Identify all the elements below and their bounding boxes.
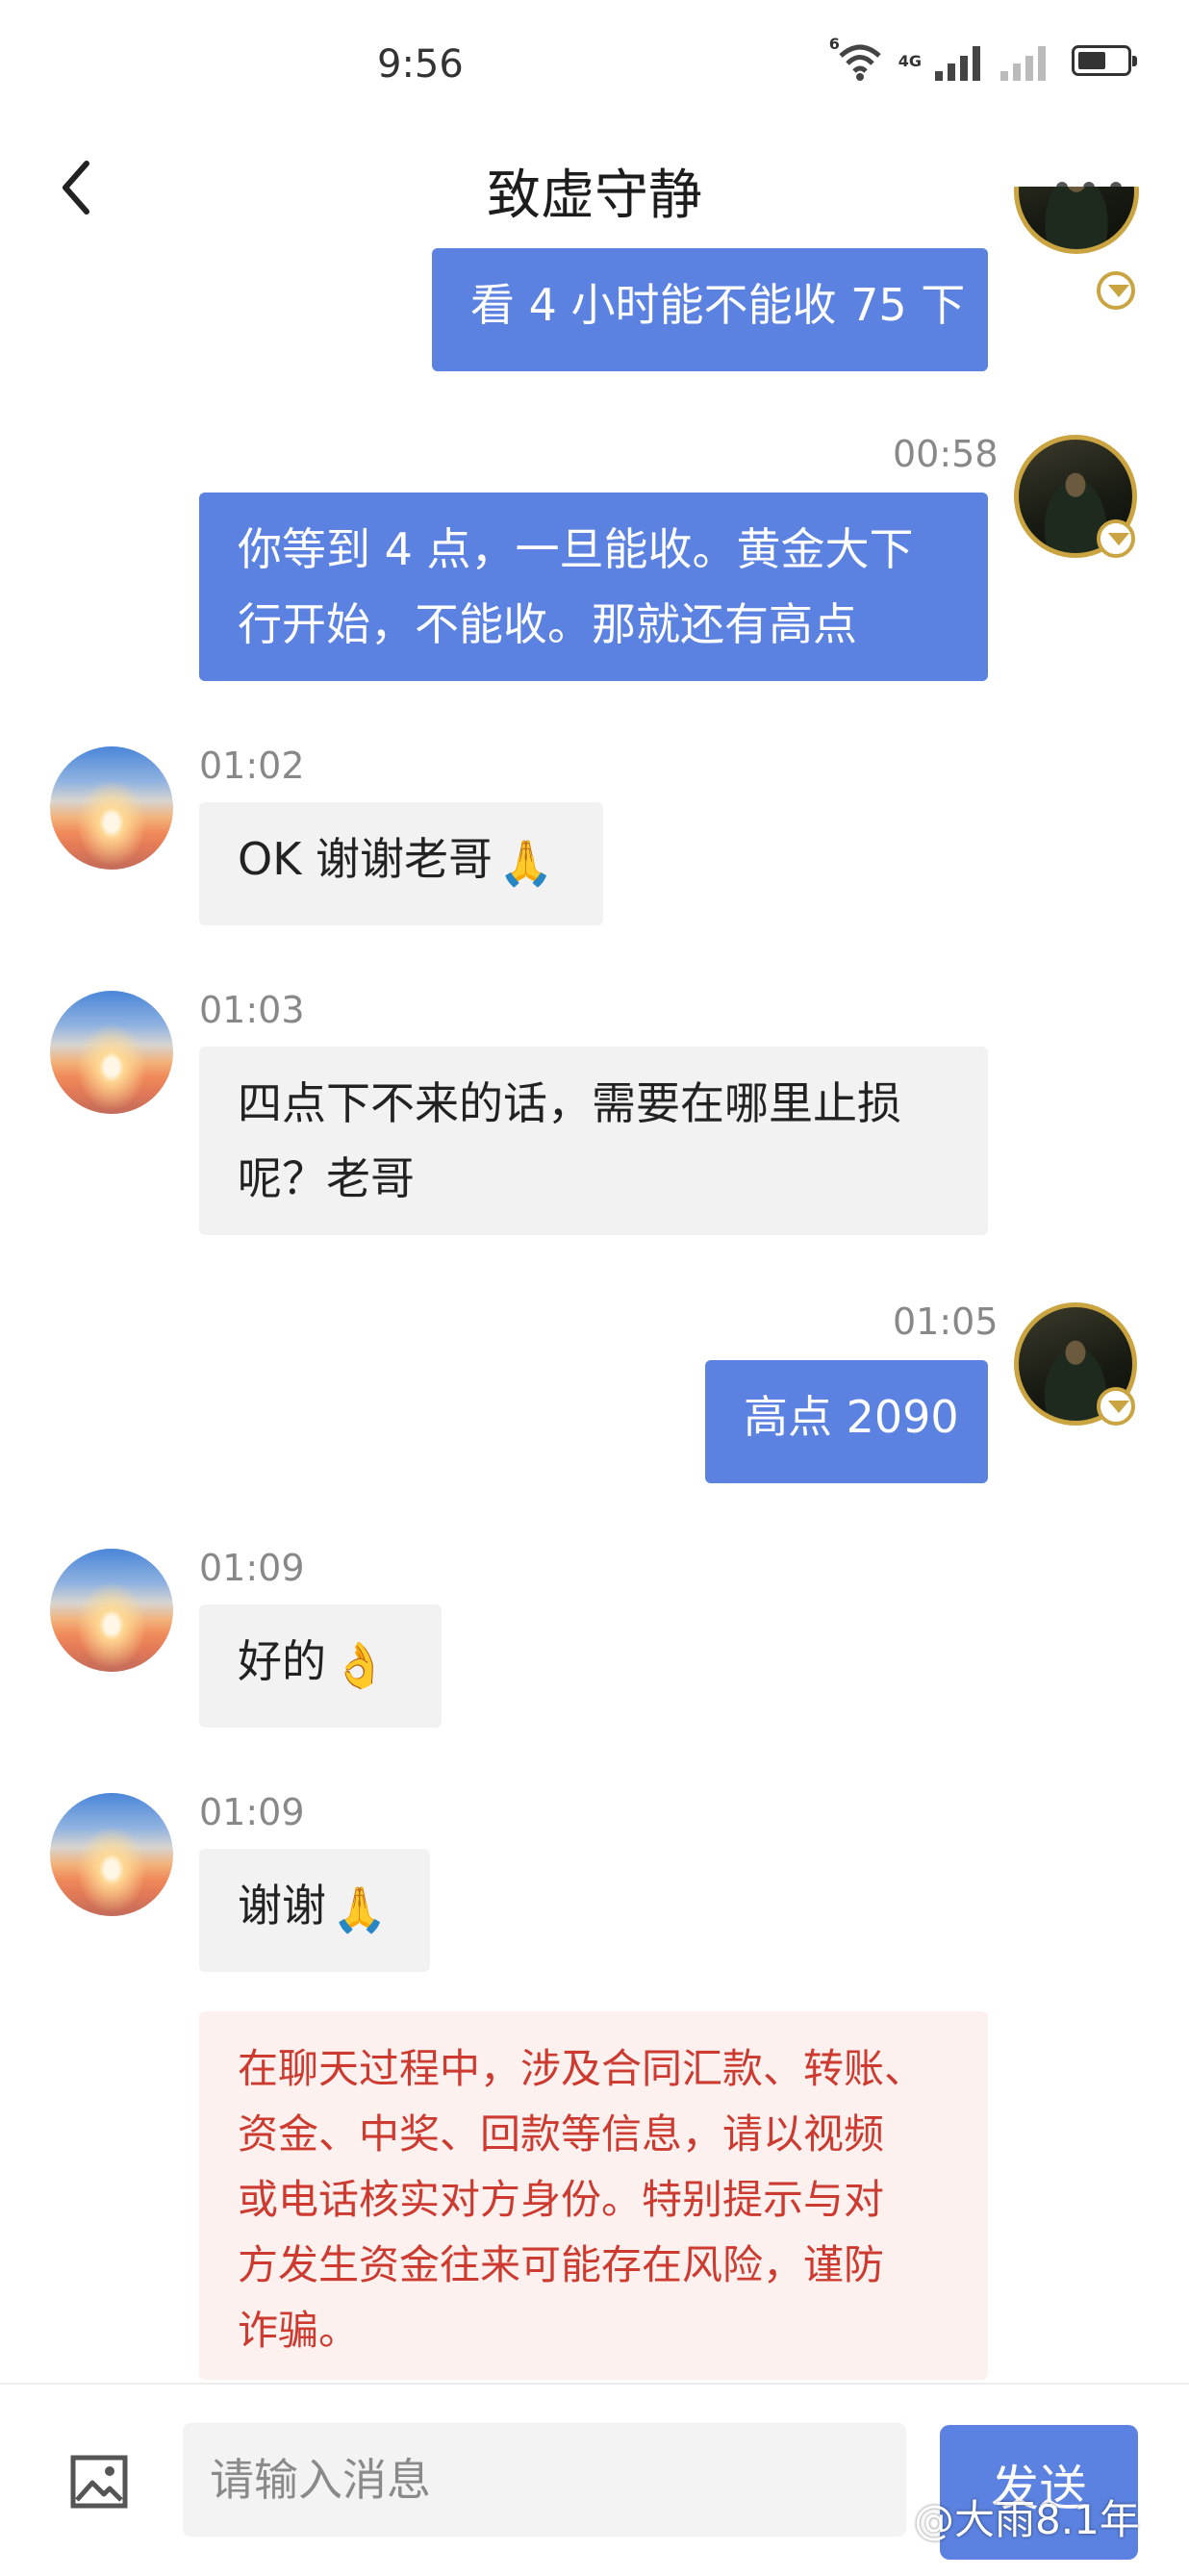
battery-icon — [1072, 45, 1137, 76]
warning-line: 在聊天过程中，涉及合同汇款、转账、 — [238, 2045, 925, 2092]
message-line: 呢？老哥 — [238, 1152, 415, 1204]
message-time: 00:58 — [893, 433, 999, 475]
pray-icon: 🙏 — [332, 1882, 388, 1935]
message-time: 01:09 — [199, 1791, 305, 1833]
message-text: 看 4 小时能不能收 75 下 — [470, 279, 966, 331]
message-bubble[interactable]: 你等到 4 点，一旦能收。黄金大下 行开始，不能收。那就还有高点 — [199, 492, 988, 681]
header: 致虚守静 — [0, 135, 1189, 240]
message-text: 好的 — [238, 1635, 326, 1687]
signal-icon-secondary — [1000, 40, 1052, 81]
fraud-warning: 在聊天过程中，涉及合同汇款、转账、 资金、中奖、回款等信息，请以视频 或电话核实… — [199, 2011, 988, 2380]
wifi-icon: 6 — [829, 35, 885, 83]
message-text: 高点 2090 — [744, 1391, 959, 1443]
network-indicator: 4G — [898, 52, 922, 70]
avatar[interactable] — [50, 991, 173, 1114]
status-icons: 6 4G — [829, 35, 1137, 83]
message-input[interactable] — [183, 2423, 906, 2537]
message-bubble[interactable]: 高点 2090 — [705, 1360, 988, 1483]
message-line: 你等到 4 点，一旦能收。黄金大下 — [238, 523, 914, 575]
badge-icon — [1097, 271, 1135, 310]
warning-line: 方发生资金往来可能存在风险，谨防 — [238, 2241, 885, 2288]
message-line: 行开始，不能收。那就还有高点 — [238, 598, 857, 650]
message-time: 01:03 — [199, 989, 305, 1031]
warning-line: 诈骗。 — [238, 2307, 360, 2354]
message-bubble[interactable]: 看 4 小时能不能收 75 下 — [432, 248, 988, 371]
input-bar: 发送 — [0, 2383, 1189, 2576]
watermark: @大雨8.1年 — [914, 2496, 1140, 2543]
avatar[interactable] — [50, 746, 173, 870]
warning-line: 资金、中奖、回款等信息，请以视频 — [238, 2110, 885, 2158]
network-label: 4G — [898, 51, 922, 70]
message-bubble[interactable]: 谢谢 🙏 — [199, 1849, 430, 1972]
badge-icon — [1097, 519, 1135, 558]
avatar[interactable] — [50, 1549, 173, 1672]
avatar[interactable] — [50, 1793, 173, 1916]
message-line: 四点下不来的话，需要在哪里止损 — [238, 1077, 901, 1129]
badge-icon — [1097, 1387, 1135, 1426]
message-text: 谢谢 — [238, 1880, 326, 1932]
message-bubble[interactable]: 好的 👌 — [199, 1604, 442, 1728]
warning-line: 或电话核实对方身份。特别提示与对 — [238, 2176, 885, 2223]
message-time: 01:02 — [199, 745, 305, 787]
image-icon[interactable] — [69, 2452, 129, 2512]
ok-hand-icon: 👌 — [332, 1638, 388, 1691]
message-text: OK 谢谢老哥 — [238, 833, 493, 885]
wifi-label: 6 — [828, 35, 840, 53]
message-bubble[interactable]: 四点下不来的话，需要在哪里止损 呢？老哥 — [199, 1047, 988, 1235]
message-bubble[interactable]: OK 谢谢老哥 🙏 — [199, 802, 603, 925]
pray-icon: 🙏 — [498, 836, 554, 889]
signal-icon — [935, 40, 987, 81]
message-time: 01:09 — [199, 1547, 305, 1589]
battery-fill — [1078, 52, 1105, 69]
message-time: 01:05 — [893, 1301, 999, 1343]
status-time: 9:56 — [377, 42, 464, 87]
status-bar: 9:56 6 4G — [0, 0, 1189, 135]
page-title: 致虚守静 — [487, 164, 702, 227]
